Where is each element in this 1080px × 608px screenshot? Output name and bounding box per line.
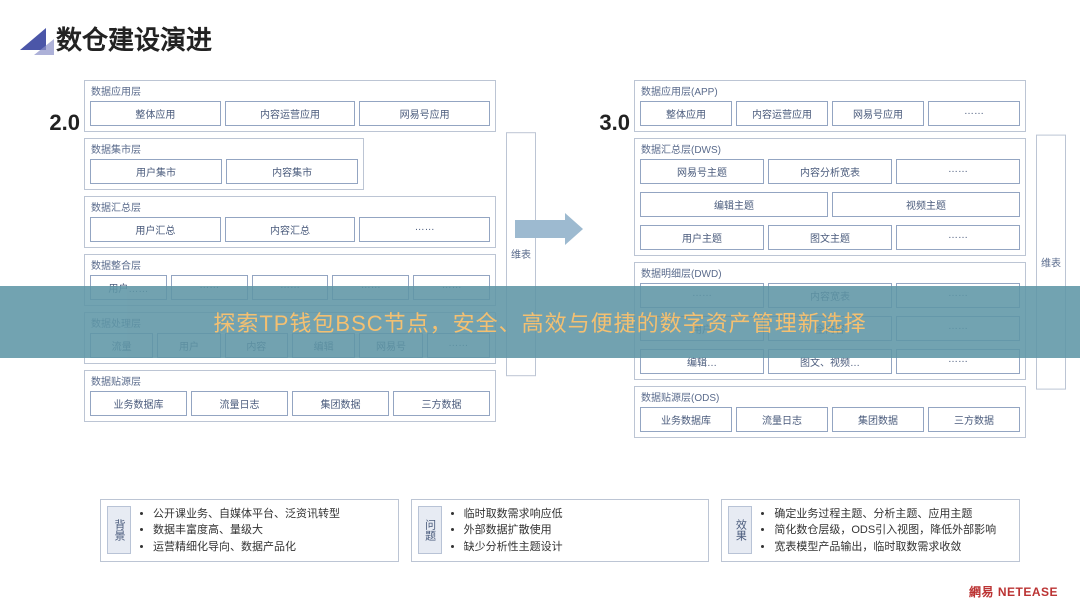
layer-group: 数据汇总层用户汇总内容汇总…… — [84, 196, 496, 248]
layer-cell: 内容运营应用 — [225, 101, 356, 126]
layer-body: 整体应用内容运营应用网易号应用 — [85, 98, 495, 131]
slide-title: 数仓建设演进 — [56, 20, 212, 57]
slide-header: 数仓建设演进 — [0, 0, 1080, 57]
footer-list-item: 数据丰富度高、量级大 — [153, 522, 340, 539]
layer-cell: 业务数据库 — [90, 391, 187, 416]
layer-title: 数据集市层 — [85, 139, 363, 156]
layer-cell: 图文主题 — [768, 225, 892, 250]
layer-title: 数据明细层(DWD) — [635, 263, 1025, 280]
overlay-watermark: 探索TP钱包BSC节点，安全、高效与便捷的数字资产管理新选择 — [0, 286, 1080, 358]
layer-cell: 用户集市 — [90, 159, 222, 184]
version-label-right: 3.0 — [580, 110, 630, 136]
layer-cell: 编辑主题 — [640, 192, 828, 217]
layer-group: 数据汇总层(DWS)网易号主题内容分析宽表……编辑主题视频主题用户主题图文主题…… — [634, 138, 1026, 256]
footer-list: 确定业务过程主题、分析主题、应用主题简化数仓层级，ODS引入视图，降低外部影响宽… — [760, 506, 996, 556]
layer-cell: 网易号应用 — [359, 101, 490, 126]
footer-list-item: 宽表模型产品输出，临时取数需求收敛 — [774, 539, 996, 556]
footer-block: 背景公开课业务、自媒体平台、泛资讯转型数据丰富度高、量级大运营精细化导向、数据产… — [100, 499, 399, 563]
layer-body: 业务数据库流量日志集团数据三方数据 — [635, 404, 1025, 437]
footer-list-item: 外部数据扩散使用 — [464, 522, 563, 539]
layer-cell: 整体应用 — [640, 101, 732, 126]
footer-block: 效果确定业务过程主题、分析主题、应用主题简化数仓层级，ODS引入视图，降低外部影… — [721, 499, 1020, 563]
layer-cell: …… — [928, 101, 1020, 126]
layer-body: 编辑主题视频主题 — [635, 189, 1025, 222]
footer-tag: 问题 — [418, 506, 442, 554]
layer-cell: 业务数据库 — [640, 407, 732, 432]
layer-group: 数据应用层(APP)整体应用内容运营应用网易号应用…… — [634, 80, 1026, 132]
footer-tag: 背景 — [107, 506, 131, 554]
layer-group: 数据应用层整体应用内容运营应用网易号应用 — [84, 80, 496, 132]
layer-cell: 三方数据 — [928, 407, 1020, 432]
version-label-left: 2.0 — [30, 110, 80, 136]
footer-list: 公开课业务、自媒体平台、泛资讯转型数据丰富度高、量级大运营精细化导向、数据产品化 — [139, 506, 340, 556]
arrow-icon — [515, 220, 565, 238]
footer-list-item: 公开课业务、自媒体平台、泛资讯转型 — [153, 506, 340, 523]
layer-body: 用户主题图文主题…… — [635, 222, 1025, 255]
footer-list-item: 确定业务过程主题、分析主题、应用主题 — [774, 506, 996, 523]
footer-tag: 效果 — [728, 506, 752, 554]
header-decoration-icon — [20, 28, 46, 50]
layer-body: 网易号主题内容分析宽表…… — [635, 156, 1025, 189]
architecture-column-2-0: 数据应用层整体应用内容运营应用网易号应用数据集市层用户集市内容集市数据汇总层用户… — [80, 80, 500, 428]
brand-logo: 網易 NETEASE — [969, 583, 1058, 600]
layer-title: 数据汇总层(DWS) — [635, 139, 1025, 156]
layer-title: 数据应用层(APP) — [635, 81, 1025, 98]
footer-list-item: 简化数仓层级，ODS引入视图，降低外部影响 — [774, 522, 996, 539]
layer-cell: 内容分析宽表 — [768, 159, 892, 184]
footer-block: 问题临时取数需求响应低外部数据扩散使用缺少分析性主题设计 — [411, 499, 710, 563]
layer-cell: …… — [359, 217, 490, 242]
layer-cell: …… — [896, 225, 1020, 250]
footer-list-item: 运营精细化导向、数据产品化 — [153, 539, 340, 556]
layer-group: 数据贴源层(ODS)业务数据库流量日志集团数据三方数据 — [634, 386, 1026, 438]
layer-cell: …… — [896, 159, 1020, 184]
layer-group: 数据集市层用户集市内容集市 — [84, 138, 364, 190]
layer-cell: 内容集市 — [226, 159, 358, 184]
architecture-column-3-0: 数据应用层(APP)整体应用内容运营应用网易号应用……数据汇总层(DWS)网易号… — [630, 80, 1030, 444]
layer-cell: 网易号主题 — [640, 159, 764, 184]
layer-cell: 流量日志 — [736, 407, 828, 432]
layer-group: 数据贴源层业务数据库流量日志集团数据三方数据 — [84, 370, 496, 422]
layer-body: 用户汇总内容汇总…… — [85, 214, 495, 247]
diagram-stage: 2.0 数据应用层整体应用内容运营应用网易号应用数据集市层用户集市内容集市数据汇… — [0, 80, 1080, 444]
layer-body: 用户集市内容集市 — [85, 156, 363, 189]
footer-list: 临时取数需求响应低外部数据扩散使用缺少分析性主题设计 — [450, 506, 563, 556]
layer-cell: 内容运营应用 — [736, 101, 828, 126]
layer-cell: 流量日志 — [191, 391, 288, 416]
layer-title: 数据整合层 — [85, 255, 495, 272]
layer-body: 整体应用内容运营应用网易号应用…… — [635, 98, 1025, 131]
layer-cell: 集团数据 — [292, 391, 389, 416]
layer-cell: 三方数据 — [393, 391, 490, 416]
footer-summary-row: 背景公开课业务、自媒体平台、泛资讯转型数据丰富度高、量级大运营精细化导向、数据产… — [100, 499, 1020, 563]
layer-cell: 用户主题 — [640, 225, 764, 250]
footer-list-item: 临时取数需求响应低 — [464, 506, 563, 523]
footer-list-item: 缺少分析性主题设计 — [464, 539, 563, 556]
layer-cell: 用户汇总 — [90, 217, 221, 242]
layer-title: 数据应用层 — [85, 81, 495, 98]
layer-title: 数据贴源层 — [85, 371, 495, 388]
layer-cell: 视频主题 — [832, 192, 1020, 217]
layer-body: 业务数据库流量日志集团数据三方数据 — [85, 388, 495, 421]
layer-title: 数据贴源层(ODS) — [635, 387, 1025, 404]
layer-cell: 网易号应用 — [832, 101, 924, 126]
layer-title: 数据汇总层 — [85, 197, 495, 214]
layer-cell: 集团数据 — [832, 407, 924, 432]
layer-cell: 内容汇总 — [225, 217, 356, 242]
layer-cell: 整体应用 — [90, 101, 221, 126]
